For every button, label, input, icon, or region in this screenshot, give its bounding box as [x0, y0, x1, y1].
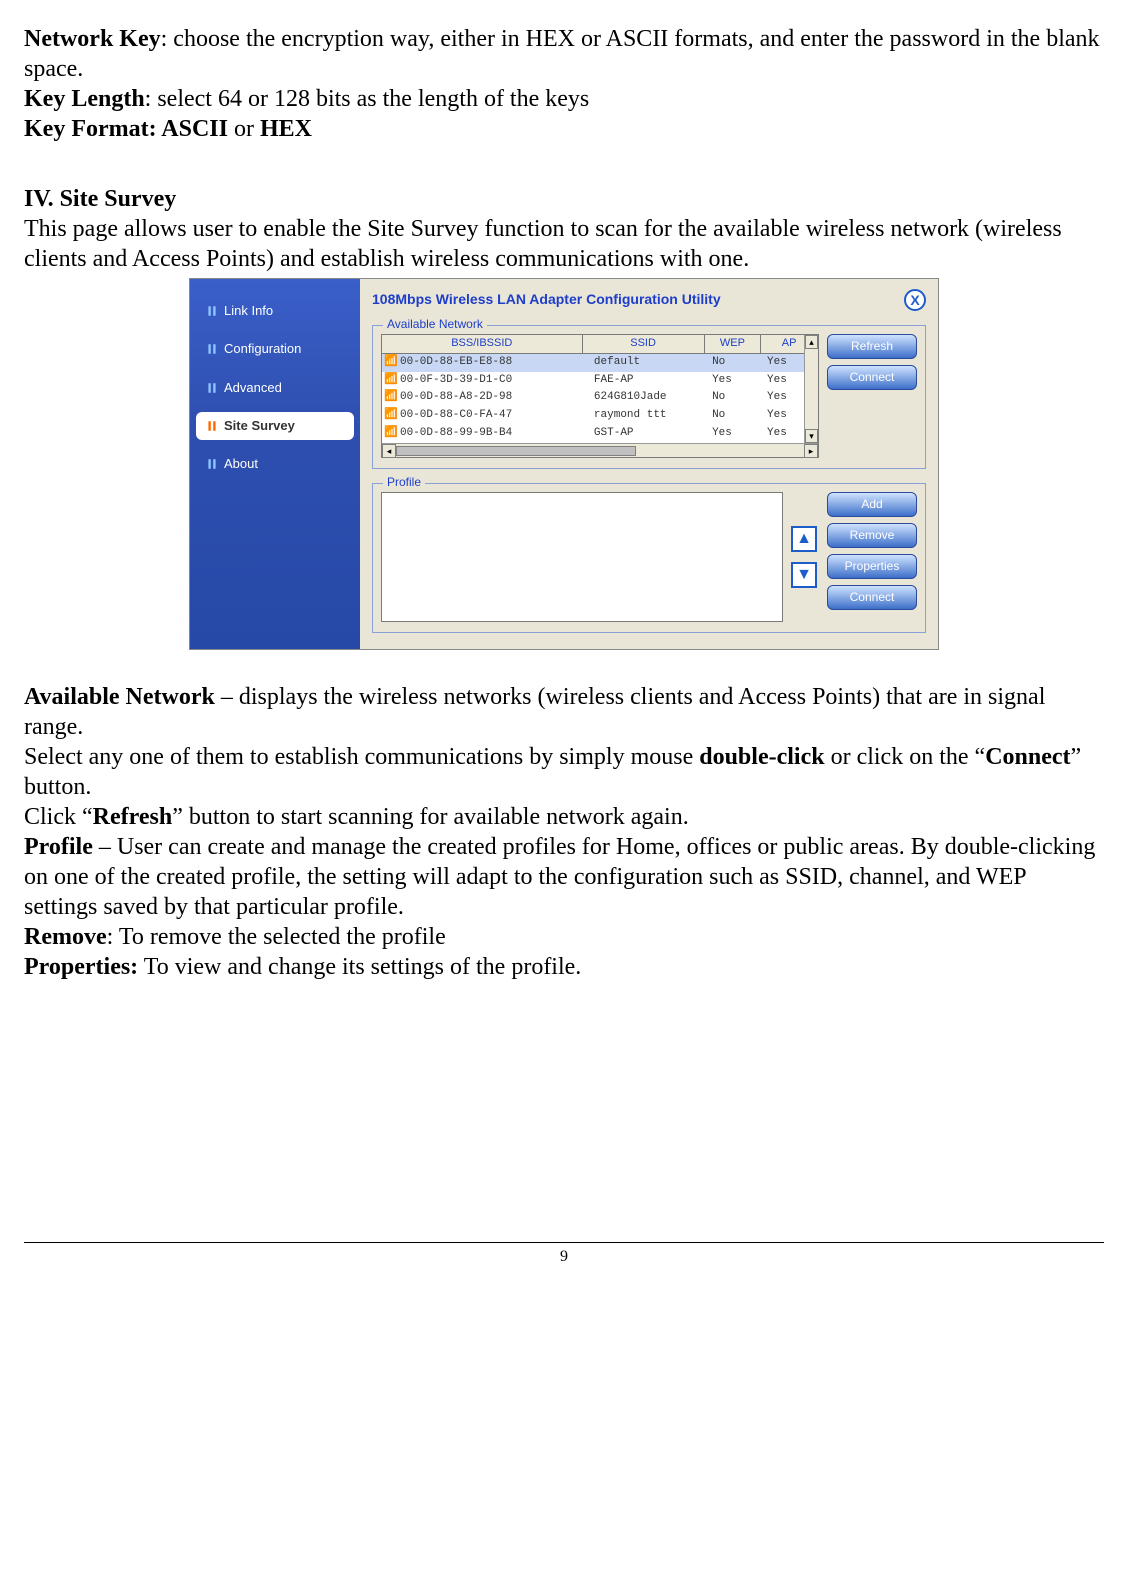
properties-button[interactable]: Properties: [827, 554, 917, 579]
move-down-button[interactable]: ▼: [791, 562, 817, 588]
scroll-down-arrow[interactable]: ▾: [805, 429, 818, 443]
para-profile: Profile – User can create and manage the…: [24, 832, 1104, 922]
heading-site-survey: IV. Site Survey: [24, 184, 1104, 214]
cell-ssid: raymond ttt: [590, 407, 708, 425]
cell-ssid: FAE-AP: [590, 372, 708, 390]
scroll-thumb[interactable]: [396, 446, 636, 456]
signal-icon: 📶: [384, 374, 394, 388]
sidebar-nav: Link Info Configuration Advanced Site Su…: [190, 279, 360, 649]
nav-icon: [206, 420, 218, 432]
para-refresh: Click “Refresh” button to start scanning…: [24, 802, 1104, 832]
nav-icon: [206, 382, 218, 394]
utility-title: 108Mbps Wireless LAN Adapter Configurati…: [372, 291, 721, 309]
nav-link-info[interactable]: Link Info: [196, 297, 354, 325]
table-row[interactable]: 📶00-0D-88-EB-E8-88defaultNoYes: [382, 354, 818, 372]
cell-wep: Yes: [708, 425, 763, 443]
cell-bss: 00-0D-88-EB-E8-88: [396, 354, 590, 372]
cell-bss: 00-0F-3D-39-D1-C0: [396, 372, 590, 390]
cell-wep: No: [708, 407, 763, 425]
label-network-key: Network Key: [24, 26, 161, 52]
nav-advanced[interactable]: Advanced: [196, 374, 354, 402]
para-remove: Remove: To remove the selected the profi…: [24, 922, 1104, 952]
connect-button[interactable]: Connect: [827, 365, 917, 390]
main-panel: 108Mbps Wireless LAN Adapter Configurati…: [360, 279, 938, 649]
nav-site-survey[interactable]: Site Survey: [196, 412, 354, 440]
cell-wep: No: [708, 389, 763, 407]
nav-icon: [206, 343, 218, 355]
intro-text: This page allows user to enable the Site…: [24, 214, 1104, 274]
scroll-left-arrow[interactable]: ◂: [382, 444, 396, 458]
para-network-key: Network Key: choose the encryption way, …: [24, 24, 1104, 84]
scroll-up-arrow[interactable]: ▴: [805, 335, 818, 349]
table-row[interactable]: 📶00-0F-3D-39-D1-C0FAE-APYesYes: [382, 372, 818, 390]
horizontal-scrollbar[interactable]: ◂ ▸: [382, 443, 818, 457]
para-select: Select any one of them to establish comm…: [24, 742, 1104, 802]
para-available-network: Available Network – displays the wireles…: [24, 682, 1104, 742]
vertical-scrollbar[interactable]: ▴ ▾: [804, 335, 818, 443]
signal-icon: 📶: [384, 427, 394, 441]
profile-list[interactable]: [381, 492, 783, 622]
groupbox-profile: Profile ▲ ▼ Add Remove Properties Connec…: [372, 483, 926, 633]
cell-ssid: default: [590, 354, 708, 372]
cell-bss: 00-0D-88-99-9B-B4: [396, 425, 590, 443]
add-button[interactable]: Add: [827, 492, 917, 517]
page-number: 9: [560, 1248, 568, 1265]
remove-button[interactable]: Remove: [827, 523, 917, 548]
signal-icon: 📶: [384, 409, 394, 423]
table-header: BSS/IBSSID SSID WEP AP: [382, 335, 818, 354]
para-properties: Properties: To view and change its setti…: [24, 952, 1104, 982]
cell-wep: Yes: [708, 372, 763, 390]
signal-icon: 📶: [384, 391, 394, 405]
table-row[interactable]: 📶00-0D-88-A8-2D-98624G810JadeNoYes: [382, 389, 818, 407]
cell-ssid: GST-AP: [590, 425, 708, 443]
cell-ssid: 624G810Jade: [590, 389, 708, 407]
table-row[interactable]: 📶00-0D-88-C0-FA-47raymond tttNoYes: [382, 407, 818, 425]
table-row[interactable]: 📶00-0D-88-99-9B-B4GST-APYesYes: [382, 425, 818, 443]
nav-icon: [206, 305, 218, 317]
cell-bss: 00-0D-88-A8-2D-98: [396, 389, 590, 407]
refresh-button[interactable]: Refresh: [827, 334, 917, 359]
groupbox-available-network: Available Network BSS/IBSSID SSID WEP AP…: [372, 325, 926, 469]
para-key-length: Key Length: select 64 or 128 bits as the…: [24, 84, 1104, 114]
connect-profile-button[interactable]: Connect: [827, 585, 917, 610]
cell-wep: No: [708, 354, 763, 372]
table-body: 📶00-0D-88-EB-E8-88defaultNoYes📶00-0F-3D-…: [382, 354, 818, 443]
move-up-button[interactable]: ▲: [791, 526, 817, 552]
col-header-wep[interactable]: WEP: [705, 335, 762, 353]
nav-icon: [206, 458, 218, 470]
page-footer: 9: [24, 1242, 1104, 1267]
para-key-format: Key Format: ASCII or HEX: [24, 114, 1104, 144]
scroll-right-arrow[interactable]: ▸: [804, 444, 818, 458]
col-header-ssid[interactable]: SSID: [583, 335, 705, 353]
config-utility-window: Link Info Configuration Advanced Site Su…: [189, 278, 939, 650]
col-header-bss[interactable]: BSS/IBSSID: [382, 335, 583, 353]
close-button[interactable]: X: [904, 289, 926, 311]
nav-about[interactable]: About: [196, 450, 354, 478]
group-legend-profile: Profile: [383, 475, 425, 490]
group-legend-available: Available Network: [383, 317, 487, 332]
cell-bss: 00-0D-88-C0-FA-47: [396, 407, 590, 425]
label-key-length: Key Length: [24, 86, 145, 112]
network-table[interactable]: BSS/IBSSID SSID WEP AP 📶00-0D-88-EB-E8-8…: [381, 334, 819, 458]
signal-icon: 📶: [384, 356, 394, 370]
nav-configuration[interactable]: Configuration: [196, 335, 354, 363]
